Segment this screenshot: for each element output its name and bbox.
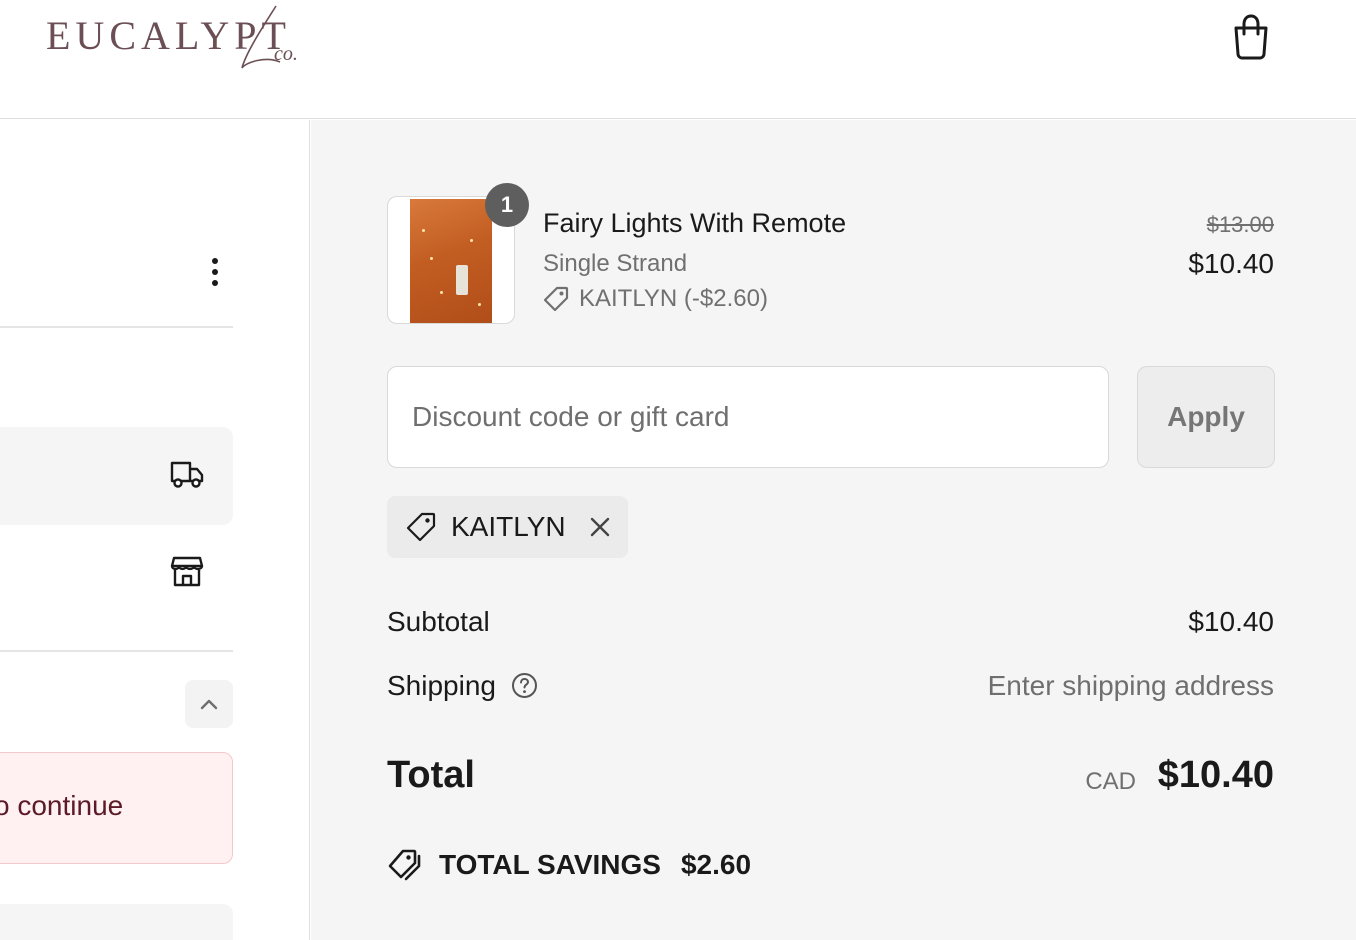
quantity-badge: 1 [485,183,529,227]
product-name: Fairy Lights With Remote [543,208,847,238]
logo-script-mark: co. [241,5,298,69]
next-section [0,904,233,940]
error-banner-text: o continue [0,790,124,821]
product-variant: Single Strand [543,250,688,277]
question-circle-icon[interactable] [511,672,538,699]
product-discount: KAITLYN (-$2.60) [543,285,768,313]
applied-discount-code: KAITLYN [451,511,566,542]
logo-script-text: co. [274,43,298,65]
truck-icon [170,461,204,488]
section-divider [0,650,233,652]
shopping-bag-icon[interactable] [1230,14,1272,60]
header: EUCALYPT co. [0,0,1356,119]
total-savings: TOTAL SAVINGS $2.60 [387,848,751,882]
total-currency: CAD [1085,768,1136,795]
total-savings-label: TOTAL SAVINGS [439,849,661,880]
shipping-value: Enter shipping address [987,670,1274,701]
apply-discount-button[interactable]: Apply [1137,366,1275,468]
total-label: Total [387,754,475,796]
tag-icon [406,512,436,542]
subtotal-label: Subtotal [387,606,490,637]
subtotal-value: $10.40 [1188,606,1274,637]
collapse-button[interactable] [185,680,233,728]
item-price: $10.40 [1188,248,1274,279]
total-value: $10.40 [1157,754,1274,796]
shipping-label: Shipping [387,670,496,701]
discount-code-input[interactable] [387,366,1109,468]
store-icon[interactable] [170,554,204,588]
total-savings-value: $2.60 [680,849,752,880]
kebab-menu-icon[interactable] [205,258,225,294]
product-image [410,199,492,323]
chevron-up-icon [200,699,218,710]
checkout-form-column: o continue [0,120,310,940]
product-discount-text: KAITLYN (-$2.60) [579,285,768,312]
applied-discount-chip: KAITLYN [387,496,628,558]
section-divider [0,326,233,328]
tags-icon [388,849,421,881]
close-icon[interactable] [588,515,612,539]
original-price: $13.00 [1206,212,1274,237]
tag-icon [543,286,569,312]
